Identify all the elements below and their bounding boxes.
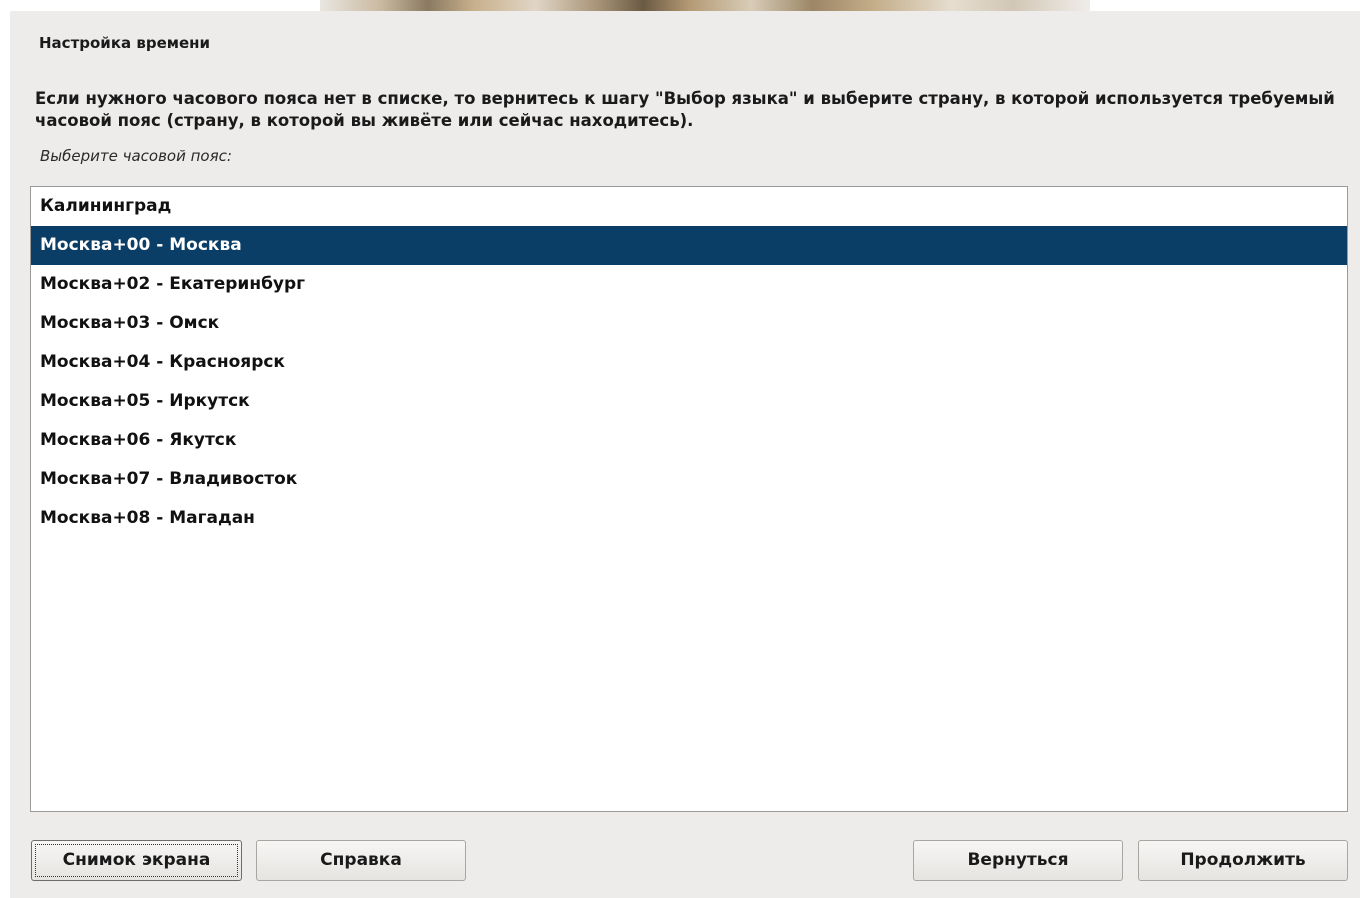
screenshot-button-label: Снимок экрана [62,850,211,870]
timezone-list-item[interactable]: Москва+00 - Москва [31,226,1347,265]
step-title: Настройка времени [39,34,211,52]
timezone-list-item[interactable]: Калининград [31,187,1347,226]
back-button-label: Вернуться [967,850,1069,870]
back-button[interactable]: Вернуться [913,840,1123,881]
header-banner [0,0,1360,11]
screenshot-button[interactable]: Снимок экрана [31,840,242,881]
help-button-label: Справка [320,850,402,870]
timezone-list[interactable]: Калининград Москва+00 - Москва Москва+02 -… [30,186,1348,812]
timezone-list-item[interactable]: Москва+08 - Магадан [31,499,1347,538]
timezone-list-item[interactable]: Москва+04 - Красноярск [31,343,1347,382]
help-button[interactable]: Справка [256,840,466,881]
description-text: Если нужного часового пояса нет в списке… [35,89,1335,130]
banner-artwork [320,0,1090,11]
continue-button-label: Продолжить [1180,850,1306,870]
timezone-list-item[interactable]: Москва+06 - Якутск [31,421,1347,460]
timezone-prompt: Выберите часовой пояс: [40,147,232,165]
installer-window: Настройка времени Если нужного часового … [10,11,1360,898]
timezone-list-item[interactable]: Москва+05 - Иркутск [31,382,1347,421]
timezone-list-item[interactable]: Москва+02 - Екатеринбург [31,265,1347,304]
timezone-list-item[interactable]: Москва+07 - Владивосток [31,460,1347,499]
continue-button[interactable]: Продолжить [1138,840,1348,881]
timezone-list-item[interactable]: Москва+03 - Омск [31,304,1347,343]
